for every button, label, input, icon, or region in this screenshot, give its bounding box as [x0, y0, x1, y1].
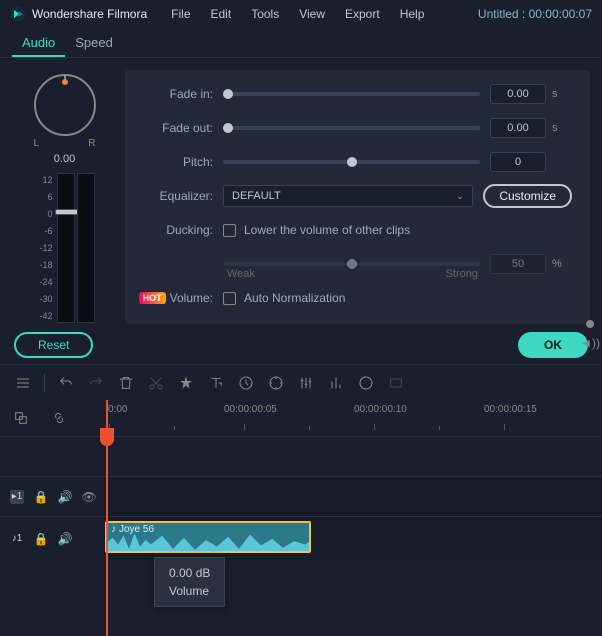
pan-meter-column: L R 0.00 1260-6-12-18-24-30-42	[12, 70, 117, 324]
lock-icon[interactable]: 🔒	[34, 490, 48, 504]
filmora-logo-icon	[10, 6, 26, 22]
music-note-icon: ♪	[111, 524, 116, 535]
fade-out-label: Fade out:	[143, 121, 213, 135]
crop-icon[interactable]	[233, 370, 259, 396]
mute-icon[interactable]: 🔊	[58, 532, 72, 546]
overlay-icon[interactable]	[8, 405, 34, 431]
color-icon[interactable]	[353, 370, 379, 396]
ok-button[interactable]: OK	[518, 332, 588, 358]
app-logo: Wondershare Filmora	[10, 6, 147, 22]
equalizer-select[interactable]: DEFAULT ⌄	[223, 185, 473, 207]
tag-icon[interactable]	[173, 370, 199, 396]
vu-meter: 1260-6-12-18-24-30-42	[35, 173, 95, 323]
project-title: Untitled : 00:00:00:07	[478, 7, 592, 21]
fade-out-slider[interactable]	[223, 126, 480, 130]
menu-export[interactable]: Export	[335, 7, 390, 21]
audio-track: ♪1 🔒 🔊 ♪Joye 56 0.00 dB Volume	[0, 516, 602, 560]
menu-file[interactable]: File	[161, 7, 200, 21]
property-tabs: Audio Speed	[0, 28, 602, 58]
tab-audio[interactable]: Audio	[12, 28, 65, 57]
audio-mixer-icon[interactable]	[323, 370, 349, 396]
pitch-value[interactable]: 0	[490, 152, 546, 172]
menu-edit[interactable]: Edit	[201, 7, 242, 21]
fade-in-value[interactable]: 0.00	[490, 84, 546, 104]
audio-track-badge: ♪1	[10, 532, 24, 546]
playhead[interactable]	[106, 400, 108, 636]
timeline-ruler[interactable]: 0:00 00:00:00:05 00:00:00:10 00:00:00:15	[104, 400, 594, 436]
menu-tools[interactable]: Tools	[241, 7, 289, 21]
side-indicators: ◄))	[580, 320, 600, 350]
indicator-dot	[586, 320, 594, 328]
record-icon[interactable]	[383, 370, 409, 396]
vu-bar-right[interactable]	[77, 173, 95, 323]
lock-icon[interactable]: 🔒	[34, 532, 48, 546]
tab-speed[interactable]: Speed	[65, 28, 123, 57]
ducking-check-label: Lower the volume of other clips	[244, 223, 410, 237]
chevron-down-icon: ⌄	[456, 191, 464, 202]
volume-tooltip: 0.00 dB Volume	[154, 557, 225, 607]
pitch-slider[interactable]	[223, 160, 480, 164]
redo-icon[interactable]	[83, 370, 109, 396]
ducking-slider[interactable]	[223, 262, 480, 266]
vu-bar-left[interactable]	[57, 173, 75, 323]
video-track-badge: ▸1	[10, 490, 24, 504]
audio-clip[interactable]: ♪Joye 56	[105, 521, 311, 553]
timeline-toolbar	[0, 364, 602, 400]
ducking-checkbox[interactable]	[223, 224, 236, 237]
undo-icon[interactable]	[53, 370, 79, 396]
video-track: ▸1 🔒 🔊 👁	[0, 476, 602, 516]
link-icon[interactable]	[46, 405, 72, 431]
text-icon[interactable]	[203, 370, 229, 396]
fade-in-label: Fade in:	[143, 87, 213, 101]
auto-normalization-checkbox[interactable]	[223, 292, 236, 305]
customize-button[interactable]: Customize	[483, 184, 572, 208]
vu-handle[interactable]	[55, 209, 79, 215]
ducking-value[interactable]: 50	[490, 254, 546, 274]
video-track-head: ▸1 🔒 🔊 👁	[0, 477, 104, 516]
timeline-header: 0:00 00:00:00:05 00:00:00:10 00:00:00:15	[0, 400, 602, 436]
mute-icon[interactable]: 🔊	[58, 490, 72, 504]
audio-track-head: ♪1 🔒 🔊	[0, 517, 104, 560]
top-bar: Wondershare Filmora File Edit Tools View…	[0, 0, 602, 28]
reset-button[interactable]: Reset	[14, 332, 93, 358]
fade-out-value[interactable]: 0.00	[490, 118, 546, 138]
hot-badge: HOT	[139, 292, 166, 304]
pan-value: 0.00	[54, 153, 75, 165]
menu-view[interactable]: View	[289, 7, 335, 21]
audio-track-body[interactable]: ♪Joye 56 0.00 dB Volume	[104, 517, 602, 560]
pan-l-label: L	[34, 138, 40, 149]
menu-help[interactable]: Help	[390, 7, 435, 21]
adjust-icon[interactable]	[293, 370, 319, 396]
pitch-label: Pitch:	[143, 155, 213, 169]
video-track-body[interactable]	[104, 477, 602, 516]
ducking-label: Ducking:	[143, 223, 213, 237]
equalizer-label: Equalizer:	[143, 189, 213, 203]
menu-icon[interactable]	[10, 370, 36, 396]
fade-in-slider[interactable]	[223, 92, 480, 96]
speaker-icon[interactable]: ◄))	[580, 336, 600, 350]
pan-knob[interactable]	[34, 74, 96, 136]
eye-icon[interactable]: 👁	[82, 490, 96, 504]
audio-controls: Fade in: 0.00 s Fade out: 0.00 s Pitch: …	[125, 70, 590, 324]
delete-icon[interactable]	[113, 370, 139, 396]
speed-icon[interactable]	[263, 370, 289, 396]
cut-icon[interactable]	[143, 370, 169, 396]
app-name: Wondershare Filmora	[32, 7, 147, 21]
audio-panel: L R 0.00 1260-6-12-18-24-30-42 Fade in: 0…	[0, 58, 602, 330]
pan-r-label: R	[88, 138, 95, 149]
